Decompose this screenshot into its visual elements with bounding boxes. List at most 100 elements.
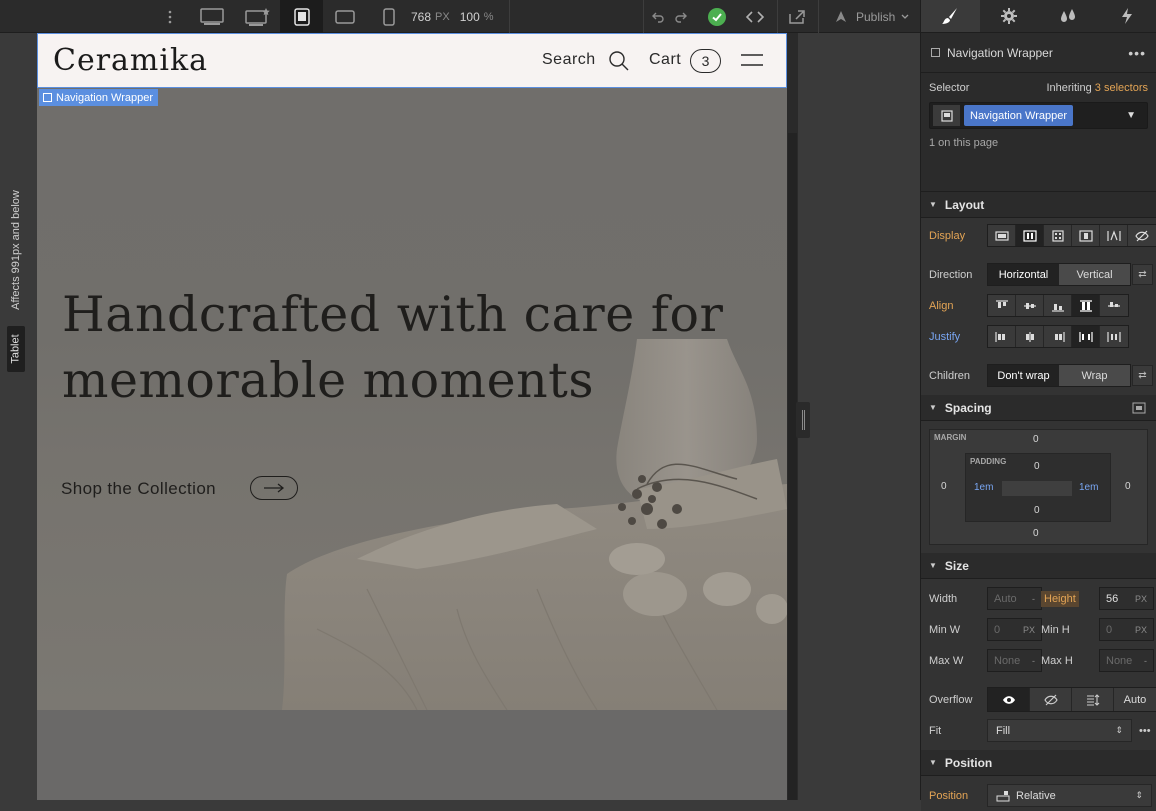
padding-right-value[interactable]: 1em (1079, 482, 1098, 493)
size-section-header[interactable]: ▼ Size (921, 553, 1156, 579)
more-vertical-icon[interactable] (160, 0, 180, 33)
size-title: Size (944, 558, 969, 573)
content-box (1002, 481, 1072, 496)
hero-section[interactable]: Handcrafted with care for memorable mome… (37, 89, 787, 710)
width-input[interactable]: Auto - (987, 587, 1042, 610)
spacing-section-header[interactable]: ▼ Spacing (921, 395, 1156, 421)
align-baseline-icon[interactable] (1100, 295, 1128, 316)
justify-space-around-icon[interactable] (1100, 326, 1128, 347)
justify-label[interactable]: Justify (929, 331, 979, 343)
chevron-down-icon[interactable]: ▼ (1126, 110, 1136, 121)
tab-settings[interactable] (980, 0, 1039, 32)
padding-box[interactable]: PADDING 0 1em 0 1em (965, 453, 1111, 522)
site-logo[interactable]: Ceramika (53, 43, 208, 78)
padding-top-value[interactable]: 0 (1034, 461, 1040, 472)
more-horizontal-icon[interactable]: ••• (1139, 725, 1151, 737)
padding-left-value[interactable]: 1em (974, 482, 993, 493)
design-canvas[interactable]: Handcrafted with care for memorable mome… (37, 33, 787, 800)
mobile-landscape-icon[interactable] (323, 0, 367, 33)
tab-style-manager[interactable] (1039, 0, 1098, 32)
style-panel: Navigation Wrapper ••• Selector Inheriti… (920, 0, 1156, 811)
nav-search-label[interactable]: Search (542, 51, 596, 69)
height-label[interactable]: Height (1041, 590, 1079, 607)
redo-icon[interactable] (671, 0, 691, 33)
next-section[interactable] (37, 710, 787, 800)
reverse-wrap-icon[interactable]: ⇄ (1132, 365, 1153, 386)
layout-section-header[interactable]: ▼ Layout (921, 192, 1156, 218)
desktop-large-icon[interactable] (190, 0, 234, 33)
publish-button[interactable]: Publish (822, 0, 918, 33)
fit-label: Fit (929, 724, 942, 737)
position-section-header[interactable]: ▼ Position (921, 750, 1156, 776)
selector-section: Selector Inheriting 3 selectors Navigati… (921, 73, 1156, 192)
display-inline-icon[interactable] (1100, 225, 1128, 246)
undo-icon[interactable] (648, 0, 668, 33)
selector-type-icon[interactable] (933, 105, 960, 126)
display-grid-icon[interactable] (1044, 225, 1072, 246)
direction-vertical-option[interactable]: Vertical (1059, 264, 1130, 285)
spacing-preset-icon[interactable] (1132, 402, 1146, 414)
overflow-hidden-icon[interactable] (1030, 688, 1072, 711)
canvas-size-readout[interactable]: 768 PX 100 % (411, 0, 494, 33)
breakpoint-name-label: Tablet (7, 326, 25, 372)
justify-start-icon[interactable] (988, 326, 1016, 347)
dont-wrap-option[interactable]: Don't wrap (988, 365, 1059, 386)
tablet-breakpoint-icon[interactable] (280, 0, 323, 33)
search-icon[interactable] (608, 50, 630, 72)
margin-bottom-value[interactable]: 0 (1033, 528, 1039, 539)
justify-center-icon[interactable] (1016, 326, 1044, 347)
display-none-icon[interactable] (1128, 225, 1156, 246)
scrollbar-thumb[interactable] (788, 133, 797, 800)
inheriting-count-link[interactable]: 3 selectors (1095, 82, 1148, 94)
position-select[interactable]: Relative ⇕ (987, 784, 1152, 807)
overflow-visible-eye-icon[interactable] (988, 688, 1030, 711)
more-horizontal-icon[interactable]: ••• (1128, 45, 1146, 61)
collapse-triangle-icon: ▼ (929, 758, 937, 767)
max-height-input[interactable]: None - (1099, 649, 1154, 672)
hamburger-menu-icon[interactable] (741, 53, 763, 67)
wrap-option[interactable]: Wrap (1059, 365, 1130, 386)
reverse-direction-icon[interactable]: ⇄ (1132, 264, 1153, 285)
justify-space-between-icon[interactable] (1072, 326, 1100, 347)
overflow-auto-option[interactable]: Auto (1114, 688, 1156, 711)
justify-end-icon[interactable] (1044, 326, 1072, 347)
tab-interactions[interactable] (1097, 0, 1156, 32)
display-block-icon[interactable] (988, 225, 1016, 246)
margin-right-value[interactable]: 0 (1125, 481, 1131, 492)
height-input[interactable]: 56 PX (1099, 587, 1154, 610)
margin-box[interactable]: MARGIN 0 0 0 0 PADDING 0 1em 0 1em (929, 429, 1148, 545)
min-height-input[interactable]: 0 PX (1099, 618, 1154, 641)
code-icon[interactable] (740, 0, 770, 33)
tab-style[interactable] (921, 0, 980, 32)
status-check-icon[interactable] (704, 0, 730, 33)
align-center-icon[interactable] (1016, 295, 1044, 316)
margin-top-value[interactable]: 0 (1033, 434, 1039, 445)
navigation-wrapper[interactable]: Ceramika Search Cart 3 (37, 33, 787, 88)
overflow-scroll-icon[interactable] (1072, 688, 1114, 711)
padding-bottom-value[interactable]: 0 (1034, 505, 1040, 516)
canvas-resize-handle[interactable] (796, 402, 810, 438)
direction-horizontal-option[interactable]: Horizontal (988, 264, 1059, 285)
max-width-input[interactable]: None - (987, 649, 1042, 672)
align-stretch-icon[interactable] (1072, 295, 1100, 316)
align-label[interactable]: Align (929, 300, 979, 312)
align-end-icon[interactable] (1044, 295, 1072, 316)
lightning-icon (1121, 8, 1132, 24)
element-name: Navigation Wrapper (947, 45, 1053, 60)
shop-collection-link[interactable]: Shop the Collection (61, 479, 216, 499)
cart-count-badge[interactable]: 3 (690, 49, 721, 73)
align-start-icon[interactable] (988, 295, 1016, 316)
mobile-portrait-icon[interactable] (367, 0, 411, 33)
arrow-right-icon[interactable] (250, 476, 298, 500)
display-flex-icon[interactable] (1016, 225, 1044, 246)
display-label[interactable]: Display (929, 230, 979, 242)
display-inline-block-icon[interactable] (1072, 225, 1100, 246)
selector-chip[interactable]: Navigation Wrapper (964, 105, 1074, 126)
desktop-base-icon[interactable] (236, 0, 280, 33)
min-width-input[interactable]: 0 PX (987, 618, 1042, 641)
margin-left-value[interactable]: 0 (941, 481, 947, 492)
export-icon[interactable] (782, 0, 812, 33)
nav-cart-label[interactable]: Cart (649, 51, 681, 69)
selector-field[interactable]: Navigation Wrapper ▼ (929, 102, 1148, 129)
fit-select[interactable]: Fill ⇕ (987, 719, 1132, 742)
